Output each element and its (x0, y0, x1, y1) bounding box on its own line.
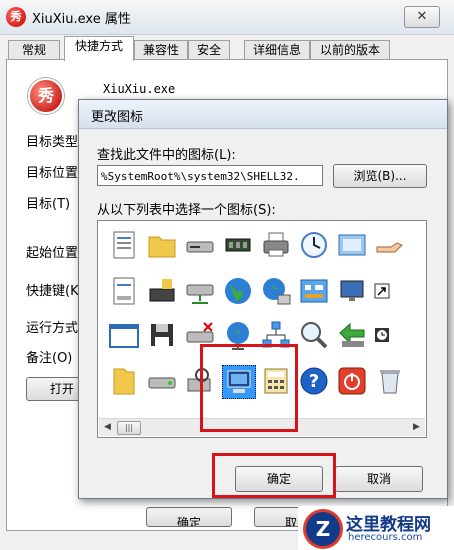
highlight-ok-button (212, 453, 336, 498)
scroll-right-icon[interactable]: ▶ (408, 419, 425, 436)
app-icon: 秀 (6, 7, 26, 27)
recycle-bin-icon[interactable] (374, 365, 406, 397)
globe-network-icon[interactable] (260, 275, 292, 307)
tab-label: 以前的版本 (319, 43, 380, 57)
folder-icon[interactable] (108, 365, 140, 397)
tab-previous-versions[interactable]: 以前的版本 (310, 40, 390, 60)
monitor-settings-icon[interactable] (336, 275, 368, 307)
icon-list-label: 从以下列表中选择一个图标(S): (97, 203, 276, 218)
dialog-cancel-button[interactable]: 取消 (335, 466, 423, 492)
target-location-label: 目标位置 (26, 166, 79, 181)
site-url: herecours.com (348, 532, 423, 543)
site-watermark: Z 这里教程网 herecours.com (298, 506, 454, 550)
close-icon: ✕ (416, 9, 428, 24)
hard-drive-icon[interactable] (146, 365, 178, 397)
tab-shortcut[interactable]: 快捷方式 (64, 36, 134, 61)
tab-label: 兼容性 (142, 43, 179, 57)
tab-label: 详细信息 (252, 43, 301, 57)
folder-icon[interactable] (146, 229, 178, 261)
printer-icon[interactable] (260, 229, 292, 261)
help-icon[interactable]: ? (298, 365, 330, 397)
tab-security[interactable]: 安全 (188, 40, 230, 60)
floppy-disk-icon[interactable] (146, 319, 178, 351)
back-arrow-icon[interactable] (336, 319, 368, 351)
target-label: 目标(T) (26, 197, 71, 212)
button-label: 取消 (366, 472, 391, 486)
tab-general[interactable]: 常规 (8, 40, 60, 60)
magnifier-icon[interactable] (298, 319, 330, 351)
site-logo: Z (306, 512, 340, 546)
power-icon[interactable] (336, 365, 368, 397)
search-file-label: 查找此文件中的图标(L): (97, 148, 236, 163)
shortcut-filename: XiuXiu.exe (103, 82, 176, 96)
run-label: 运行方式 (26, 321, 79, 336)
tab-details[interactable]: 详细信息 (244, 40, 310, 60)
tab-label: 安全 (196, 43, 221, 57)
shortcut-key-label: 快捷键(K (26, 284, 79, 299)
memory-chip-icon[interactable] (222, 229, 254, 261)
close-button[interactable]: ✕ (404, 6, 440, 28)
control-panel-icon[interactable] (298, 275, 330, 307)
hand-share-icon[interactable] (374, 229, 406, 261)
properties-ok-button[interactable]: 确定 (146, 507, 232, 527)
network-drive-icon[interactable] (184, 275, 216, 307)
shortcut-app-icon: 秀 (28, 78, 64, 114)
clock-small-icon[interactable] (374, 327, 390, 343)
highlight-selected-icon (200, 344, 298, 432)
document-icon[interactable] (108, 229, 140, 261)
browse-button[interactable]: 浏览(B)... (333, 164, 427, 188)
dialog-titlebar: 更改图标 (79, 100, 447, 129)
button-label: 浏览(B)... (353, 169, 407, 183)
tab-label: 快捷方式 (74, 39, 123, 53)
scroll-thumb[interactable]: ||| (117, 421, 141, 435)
window-title: XiuXiu.exe 属性 (32, 12, 131, 27)
tab-compatibility[interactable]: 兼容性 (134, 40, 188, 60)
blank-window-icon[interactable] (108, 319, 140, 351)
comment-label: 备注(O) (26, 351, 73, 366)
button-label: 打开 (49, 382, 74, 396)
target-type-label: 目标类型 (26, 135, 79, 150)
shortcut-arrow-icon[interactable] (374, 283, 390, 299)
icon-file-path-input[interactable]: %SystemRoot%\system32\SHELL32. (97, 165, 323, 186)
svg-text:?: ? (309, 371, 319, 392)
text-file-icon[interactable] (108, 275, 140, 307)
window-frame-icon[interactable] (336, 229, 368, 261)
change-icon-dialog: 更改图标 查找此文件中的图标(L): %SystemRoot%\system32… (78, 99, 448, 499)
scroll-left-icon[interactable]: ◀ (99, 419, 116, 436)
dialog-title: 更改图标 (91, 110, 144, 125)
removable-drive-icon[interactable] (184, 229, 216, 261)
clock-icon[interactable] (298, 229, 330, 261)
button-label: 确定 (176, 516, 201, 527)
tab-label: 常规 (21, 43, 46, 57)
server-icon[interactable] (146, 275, 178, 307)
start-in-label: 起始位置 (26, 246, 79, 261)
globe-icon[interactable] (222, 275, 254, 307)
